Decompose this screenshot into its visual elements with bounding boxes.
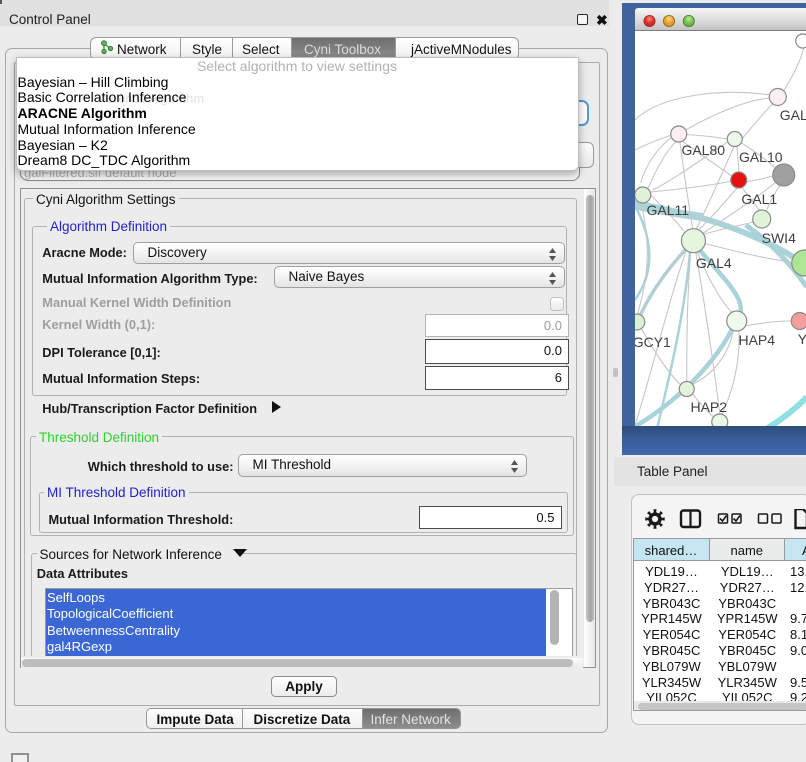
svg-text:SWI4: SWI4 <box>761 230 795 246</box>
svg-text:GAL4: GAL4 <box>695 255 731 271</box>
svg-text:GAL11: GAL11 <box>646 202 689 218</box>
svg-text:HAP2: HAP2 <box>690 399 727 415</box>
svg-text:HAP4: HAP4 <box>738 332 775 348</box>
svg-text:GAL80: GAL80 <box>681 142 725 158</box>
svg-text:GAL10: GAL10 <box>738 149 782 165</box>
svg-text:YM: YM <box>797 331 806 347</box>
svg-text:GAL7: GAL7 <box>779 107 806 123</box>
svg-text:GCY1: GCY1 <box>635 334 671 350</box>
svg-text:GAL1: GAL1 <box>741 191 777 207</box>
